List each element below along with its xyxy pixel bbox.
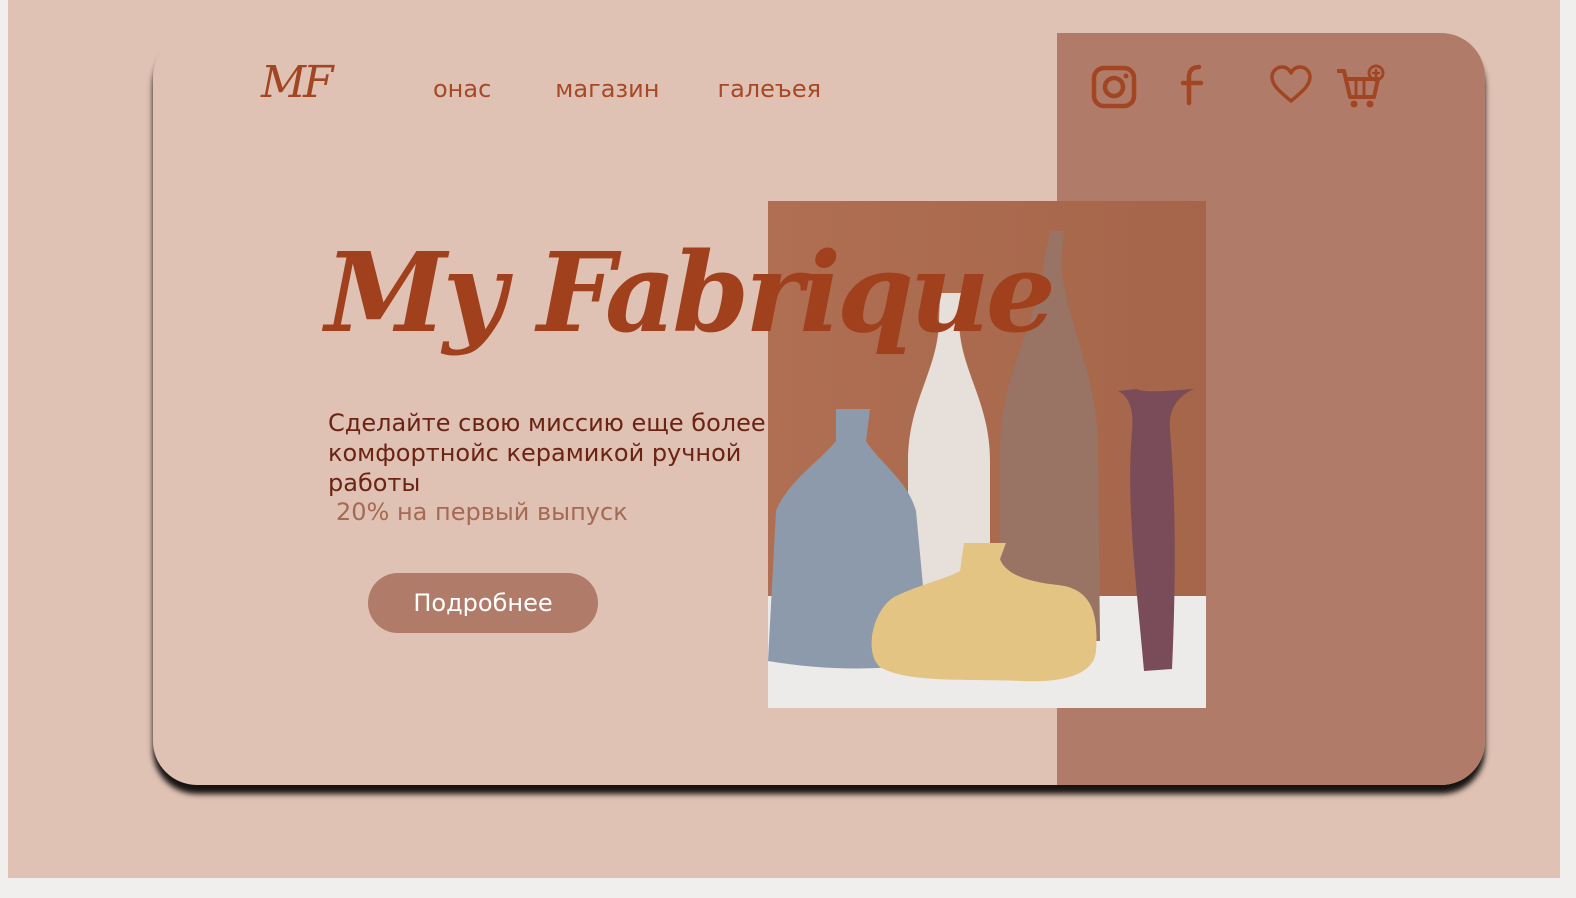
nav-item-gallery[interactable]: галеъея <box>717 75 821 103</box>
promo-text: 20% на первый выпуск <box>336 498 628 526</box>
logo[interactable]: MF <box>261 57 334 108</box>
cart-add-icon[interactable] <box>1334 63 1388 111</box>
instagram-icon[interactable] <box>1091 63 1137 109</box>
heart-icon[interactable] <box>1269 63 1313 107</box>
hero-title: My Fabrique <box>325 228 1056 357</box>
nav-item-about[interactable]: онас <box>433 75 491 103</box>
main-nav: онас магазин галеъея <box>433 75 821 103</box>
facebook-icon[interactable] <box>1179 63 1209 107</box>
nav-item-shop[interactable]: магазин <box>555 75 659 103</box>
hero-description: Сделайте свою миссию еще более комфортно… <box>328 409 766 497</box>
learn-more-button[interactable]: Подробнее <box>368 573 598 633</box>
landing-card: MF онас магазин галеъея My Fabrique Сдел… <box>153 33 1485 785</box>
